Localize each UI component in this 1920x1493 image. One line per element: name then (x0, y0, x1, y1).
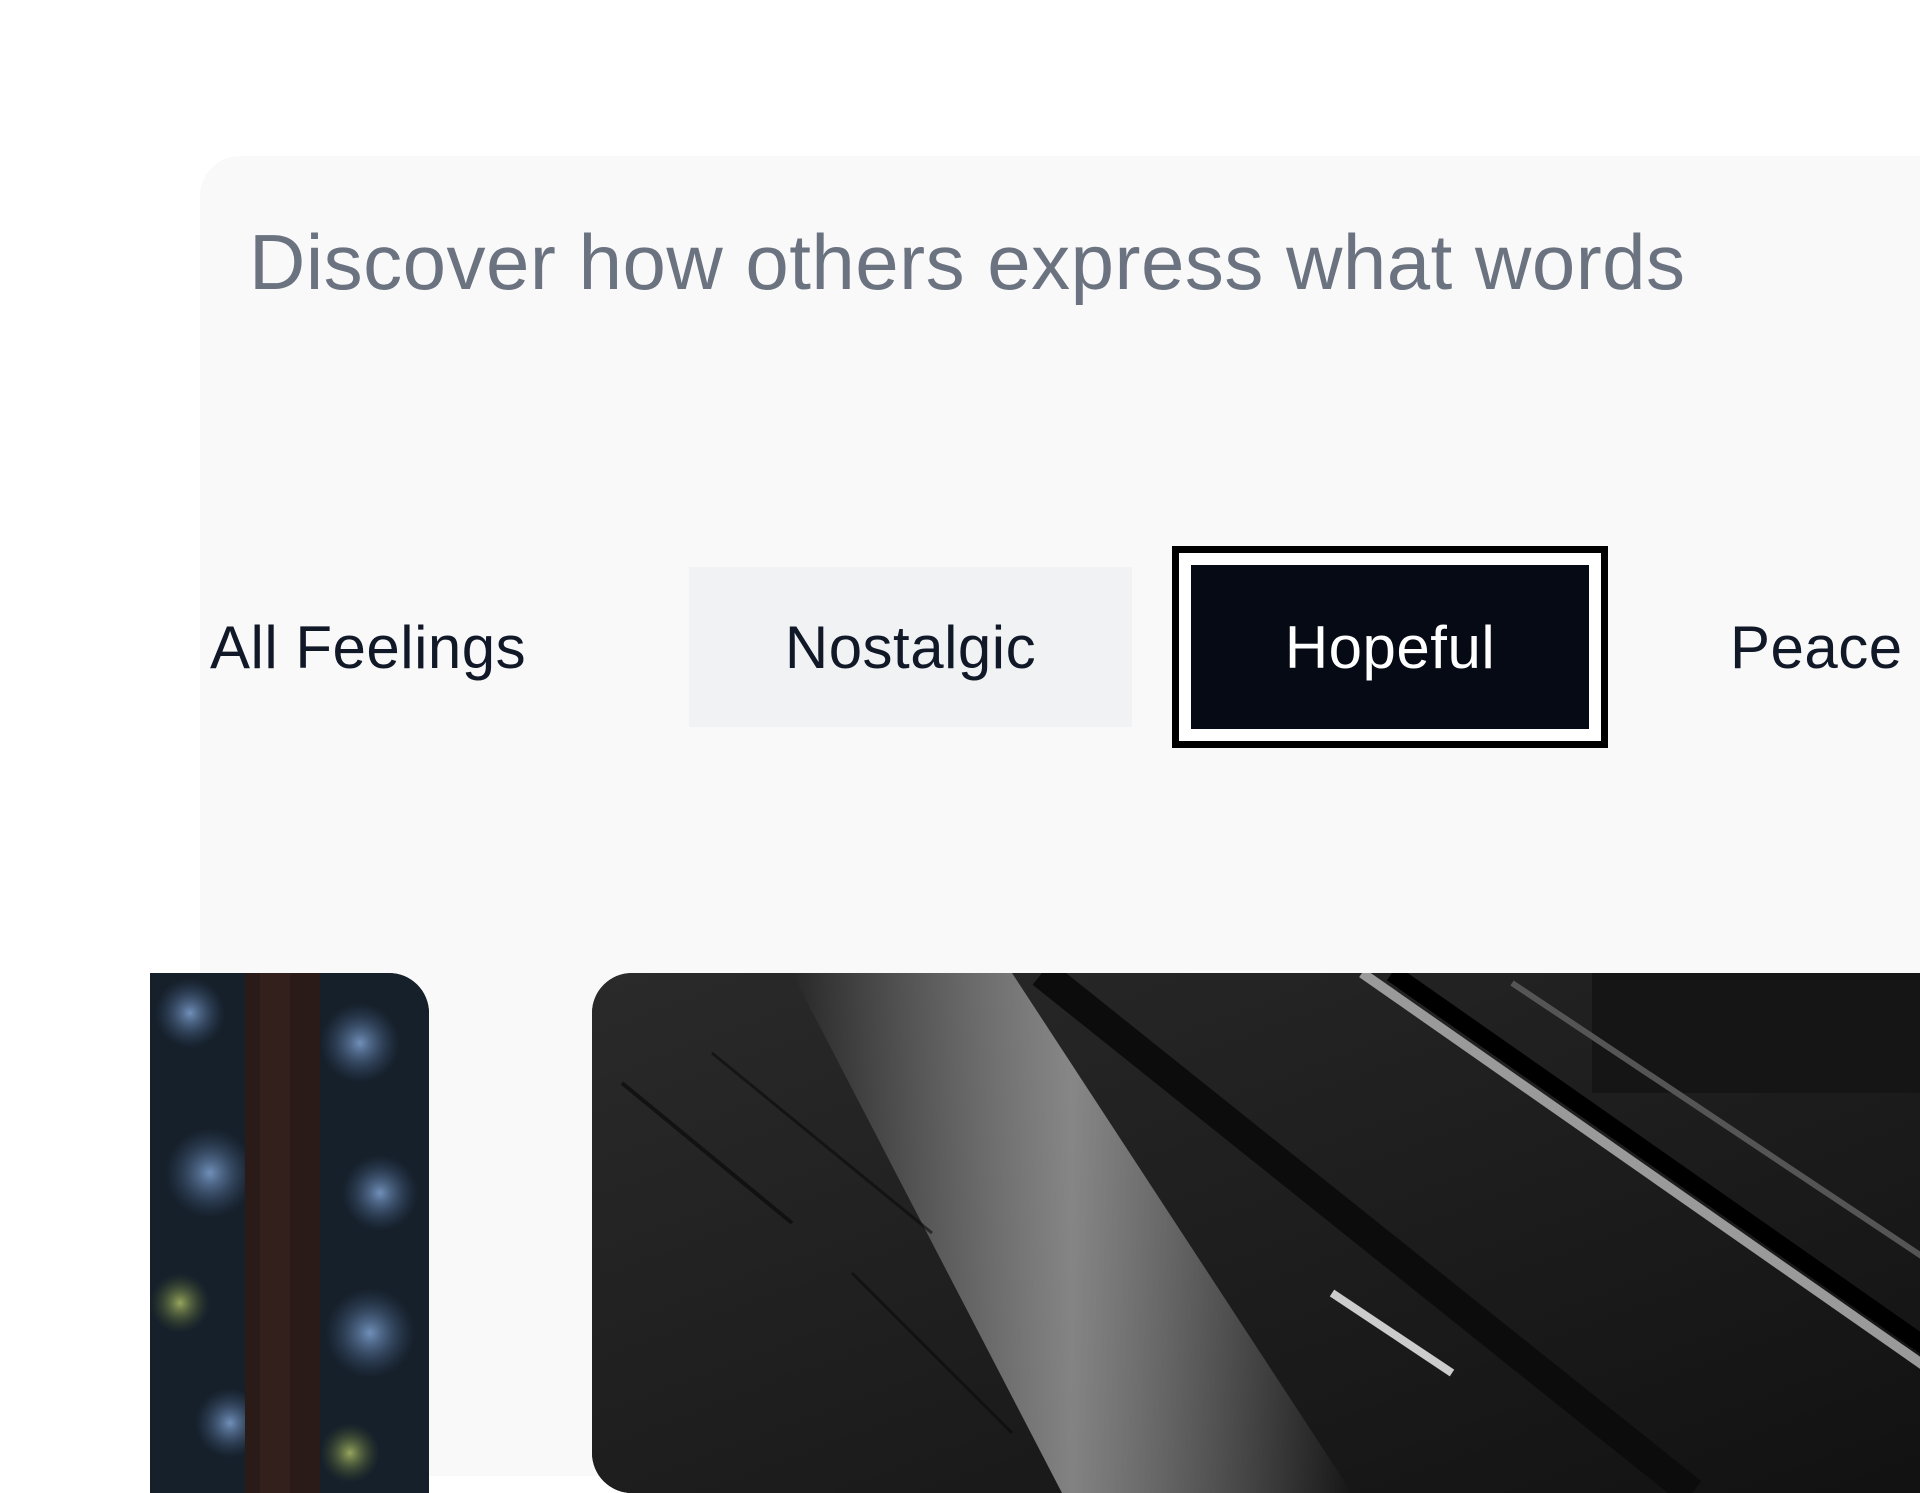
filter-label: Hopeful (1284, 613, 1496, 681)
forest-photo-image (150, 973, 429, 1493)
street-photo-image (592, 973, 1920, 1493)
filter-nostalgic[interactable]: Nostalgic (689, 567, 1132, 727)
gallery-card-street[interactable] (592, 973, 1920, 1493)
filter-all-feelings[interactable]: All Feelings (200, 567, 560, 727)
filter-label: Peace (1730, 613, 1903, 681)
filter-hopeful-inner: Hopeful (1191, 565, 1589, 729)
filter-label: All Feelings (210, 613, 527, 681)
filter-label: Nostalgic (784, 613, 1037, 681)
page-subtitle: Discover how others express what words (249, 218, 1686, 306)
gallery-card-forest[interactable] (150, 973, 429, 1493)
filter-hopeful[interactable]: Hopeful (1172, 546, 1608, 748)
filter-peace[interactable]: Peace (1700, 567, 1920, 727)
